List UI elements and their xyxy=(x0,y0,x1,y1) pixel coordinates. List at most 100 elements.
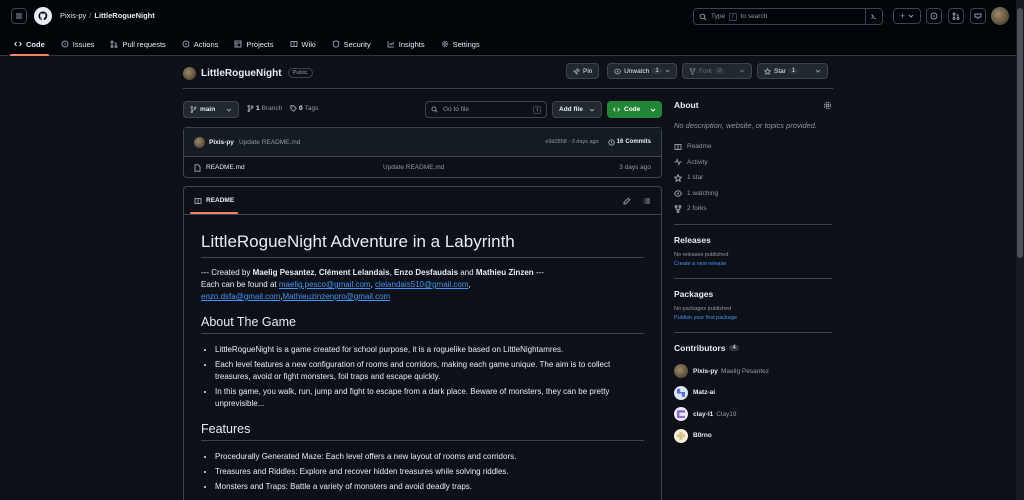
code-dropdown-button[interactable]: Code xyxy=(607,101,662,118)
repo-header-divider xyxy=(183,88,833,89)
code-icon xyxy=(613,107,620,112)
contributor-row[interactable]: clay-l1 Clay19 xyxy=(674,404,832,426)
contributor-avatar xyxy=(674,428,688,443)
tab-wiki-label: Wiki xyxy=(301,39,316,49)
list-item: Each level features a new configuration … xyxy=(215,359,644,383)
tab-code[interactable]: Code xyxy=(6,32,53,56)
tab-projects[interactable]: Projects xyxy=(226,32,281,56)
user-avatar[interactable] xyxy=(991,7,1009,25)
tab-wiki[interactable]: Wiki xyxy=(282,32,324,56)
tab-security[interactable]: Security xyxy=(324,32,379,56)
email-link-2[interactable]: clelandais510@gmail.com xyxy=(375,280,469,289)
email-sep-1: , xyxy=(370,280,373,289)
contributor-row[interactable]: Pixis-py Maelig Pesantez xyxy=(674,361,832,383)
sidebar: About No description, website, or topics… xyxy=(674,100,832,447)
breadcrumb-repo[interactable]: LittleRogueNight xyxy=(94,11,154,20)
repo-name[interactable]: LittleRogueNight xyxy=(201,68,282,79)
file-commit-message[interactable]: Update README.md xyxy=(383,164,444,171)
activity-link[interactable]: Activity xyxy=(674,155,832,171)
readme-link[interactable]: Readme xyxy=(674,139,832,155)
pull-requests-icon[interactable] xyxy=(948,8,964,24)
issues-icon[interactable] xyxy=(926,8,942,24)
tab-settings[interactable]: Settings xyxy=(433,32,488,56)
page-scrollbar[interactable] xyxy=(1016,0,1024,500)
watching-link[interactable]: 1 watching xyxy=(674,186,832,202)
email-link-1[interactable]: maelig.pesco@gmail.com xyxy=(279,280,371,289)
branches-link[interactable]: 1 Branch xyxy=(247,105,282,112)
command-palette-icon[interactable] xyxy=(865,9,877,24)
tab-pull-requests[interactable]: Pull requests xyxy=(102,32,173,56)
scrollbar-thumb[interactable] xyxy=(1017,8,1023,258)
packages-title[interactable]: Packages xyxy=(674,289,832,299)
pulse-icon xyxy=(674,158,682,167)
global-search-input[interactable]: Type / to search xyxy=(693,8,883,25)
releases-title[interactable]: Releases xyxy=(674,235,832,245)
contributor-name: Clay19 xyxy=(716,410,737,418)
go-to-file-input[interactable]: Go to file t xyxy=(425,101,547,118)
commit-message[interactable]: Update README.md xyxy=(239,139,300,146)
unwatch-button[interactable]: Unwatch 1 xyxy=(607,63,677,79)
fork-count: 2 xyxy=(715,68,725,74)
commits-link[interactable]: 16 Commits xyxy=(607,138,651,146)
breadcrumb-owner[interactable]: Pixis-py xyxy=(60,11,86,20)
create-release-link[interactable]: Create a new release xyxy=(674,261,832,267)
about-title: About xyxy=(674,100,699,110)
github-logo-icon[interactable] xyxy=(34,7,52,25)
repo-owner-avatar[interactable] xyxy=(183,66,196,80)
contributor-row[interactable]: B0rno xyxy=(674,425,832,447)
unwatch-label: Unwatch xyxy=(624,67,650,75)
branch-selector[interactable]: main xyxy=(183,101,239,118)
about-description: No description, website, or topics provi… xyxy=(674,121,817,130)
tab-settings-label: Settings xyxy=(452,39,480,49)
star-button[interactable]: Star 1 xyxy=(757,63,828,79)
contributor-avatar xyxy=(674,407,688,422)
history-icon xyxy=(607,138,615,146)
create-new-button[interactable]: + xyxy=(893,8,921,24)
pin-button[interactable]: Pin xyxy=(566,63,600,79)
repo-tab-nav: Code Issues Pull requests Actions Projec… xyxy=(0,32,488,56)
author-3: Enzo Desfaudais xyxy=(394,268,459,277)
credit-suffix: --- xyxy=(535,268,544,277)
add-file-button[interactable]: Add file xyxy=(552,101,602,118)
list-item: In this game, you walk, run, jump and fi… xyxy=(215,386,644,410)
code-icon xyxy=(14,41,22,47)
credit-comma-1: , xyxy=(314,268,317,277)
readme-body: LittleRogueNight Adventure in a Labyrint… xyxy=(184,232,661,493)
tags-link[interactable]: 0 Tags xyxy=(290,105,318,112)
tab-issues[interactable]: Issues xyxy=(53,32,103,56)
pin-label: Pin xyxy=(583,67,593,75)
contributor-avatar xyxy=(674,385,688,400)
hamburger-menu-icon[interactable] xyxy=(11,8,27,24)
gear-icon[interactable] xyxy=(823,101,832,110)
tab-insights[interactable]: Insights xyxy=(379,32,433,56)
fork-button[interactable]: Fork 2 xyxy=(682,63,752,79)
go-to-file-placeholder: Go to file xyxy=(443,106,470,113)
email-link-3[interactable]: enzo.dsfa@gmail.com xyxy=(201,292,280,301)
outline-list-icon[interactable] xyxy=(643,197,651,205)
inbox-icon[interactable] xyxy=(970,8,986,24)
file-name[interactable]: README.md xyxy=(206,164,383,171)
commit-hash-time[interactable]: e9d2858 · 3 days ago xyxy=(545,139,598,145)
contributor-row[interactable]: Matz-ai xyxy=(674,382,832,404)
commit-author[interactable]: Pixis-py xyxy=(209,139,234,146)
sidebar-divider xyxy=(674,223,832,225)
readme-credits: --- Created by Maelig Pesantez, Clément … xyxy=(201,267,644,303)
forks-link[interactable]: 2 forks xyxy=(674,201,832,217)
author-4: Mathieu Zinzen xyxy=(475,268,534,277)
file-row[interactable]: README.md Update README.md 3 days ago xyxy=(184,157,661,178)
email-link-4[interactable]: Mathieuzinzenpro@gmail.com xyxy=(283,292,391,301)
chevron-down-icon xyxy=(815,69,821,73)
edit-pencil-icon[interactable] xyxy=(623,196,631,205)
stars-link[interactable]: 1 star xyxy=(674,170,832,186)
play-icon xyxy=(182,40,190,48)
commit-author-avatar[interactable] xyxy=(194,136,205,148)
chevron-down-icon xyxy=(650,108,656,112)
publish-package-link[interactable]: Publish your first package xyxy=(674,315,832,321)
fork-label: Fork xyxy=(699,67,712,75)
readme-tab[interactable]: README xyxy=(190,187,239,214)
latest-commit-bar: Pixis-py Update README.md e9d2858 · 3 da… xyxy=(184,128,661,157)
contributors-title[interactable]: Contributors xyxy=(674,343,725,353)
credit-prefix: --- Created by xyxy=(201,268,251,277)
file-time: 3 days ago xyxy=(619,164,651,171)
tab-actions[interactable]: Actions xyxy=(174,32,227,56)
